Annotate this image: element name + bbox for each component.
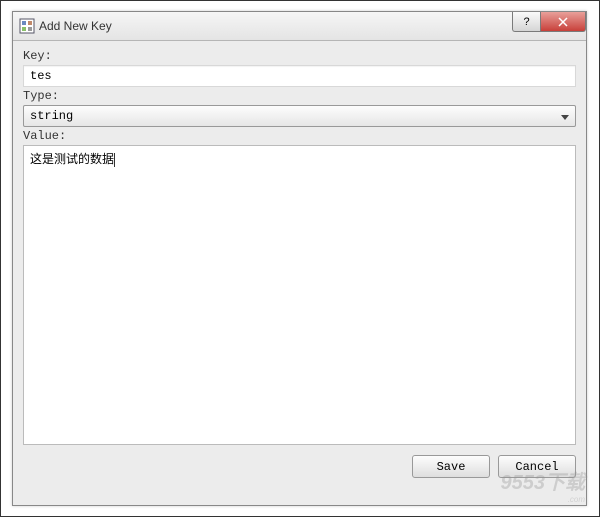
key-label: Key: (23, 49, 576, 63)
text-cursor (114, 153, 115, 167)
key-input[interactable] (23, 65, 576, 87)
value-text: 这是测试的数据 (30, 153, 114, 167)
close-button[interactable] (540, 12, 586, 32)
type-value: string (30, 109, 73, 123)
dialog-content: Key: Type: string Value: 这是测试的数据 Save Ca… (13, 41, 586, 488)
dialog-window: Add New Key ? Key: Type: string (12, 11, 587, 506)
type-select[interactable]: string (23, 105, 576, 127)
value-label: Value: (23, 129, 576, 143)
help-button[interactable]: ? (512, 12, 540, 32)
help-icon: ? (523, 16, 529, 28)
value-textarea[interactable]: 这是测试的数据 (23, 145, 576, 445)
app-icon (19, 18, 35, 34)
window-title: Add New Key (39, 19, 112, 33)
chevron-down-icon (561, 109, 569, 123)
titlebar[interactable]: Add New Key ? (13, 12, 586, 41)
button-row: Save Cancel (23, 455, 576, 478)
close-icon (558, 17, 568, 27)
cancel-button[interactable]: Cancel (498, 455, 576, 478)
type-label: Type: (23, 89, 576, 103)
save-button[interactable]: Save (412, 455, 490, 478)
